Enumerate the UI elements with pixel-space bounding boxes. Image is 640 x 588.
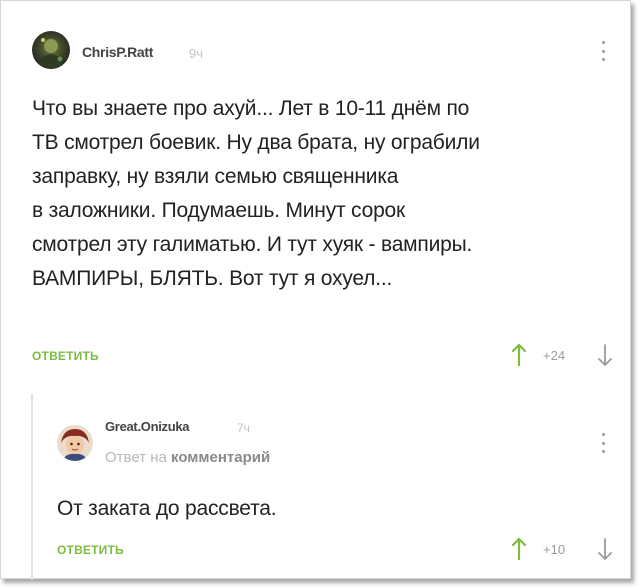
comment-line: ТВ смотрел боевик. Ну два брата, ну огра… [32, 131, 480, 154]
reply-button[interactable]: ОТВЕТИТЬ [32, 349, 99, 363]
comment-line: смотрел эту галиматью. И тут хуяк - вамп… [32, 233, 473, 256]
arrow-up-icon[interactable] [511, 537, 527, 566]
comment-body: Что вы знаете про ахуй... Лет в 10-11 дн… [32, 92, 622, 296]
arrow-down-icon[interactable] [598, 343, 612, 372]
comment-line: Что вы знаете про ахуй... Лет в 10-11 дн… [32, 97, 470, 120]
comment-line: в заложники. Подумаешь. Минут сорок [32, 199, 406, 222]
reply-time: 7ч [237, 421, 250, 435]
reply-body: От заката до рассвета. [57, 497, 277, 520]
comment: ChrisP.Ratt 9ч Что вы знаете про ахуй...… [1, 1, 632, 391]
kebab-menu-icon[interactable] [601, 41, 605, 61]
rating-value: +10 [543, 542, 566, 557]
rating-value: +24 [543, 348, 566, 363]
reply-to-prefix: Ответ на [105, 449, 167, 466]
comment-line: ВАМПИРЫ, БЛЯТЬ. Вот тут я охуел... [32, 267, 393, 290]
reply-author-avatar[interactable] [57, 425, 93, 461]
author-name[interactable]: ChrisP.Ratt [82, 44, 153, 60]
author-avatar[interactable] [32, 31, 70, 69]
reply-to-link[interactable]: комментарий [171, 449, 270, 466]
thread-line [31, 394, 33, 580]
comment-line: заправку, ну взяли семью священника [32, 165, 399, 188]
kebab-menu-icon[interactable] [601, 433, 605, 453]
reply-author-name[interactable]: Great.Onizuka [105, 419, 190, 434]
comments-card: ChrisP.Ratt 9ч Что вы знаете про ахуй...… [0, 0, 632, 580]
comment-time: 9ч [189, 46, 204, 61]
reply-button[interactable]: ОТВЕТИТЬ [57, 543, 124, 557]
arrow-up-icon[interactable] [511, 343, 527, 372]
arrow-down-icon[interactable] [598, 537, 612, 566]
reply-to: Ответ на комментарий [105, 449, 270, 466]
